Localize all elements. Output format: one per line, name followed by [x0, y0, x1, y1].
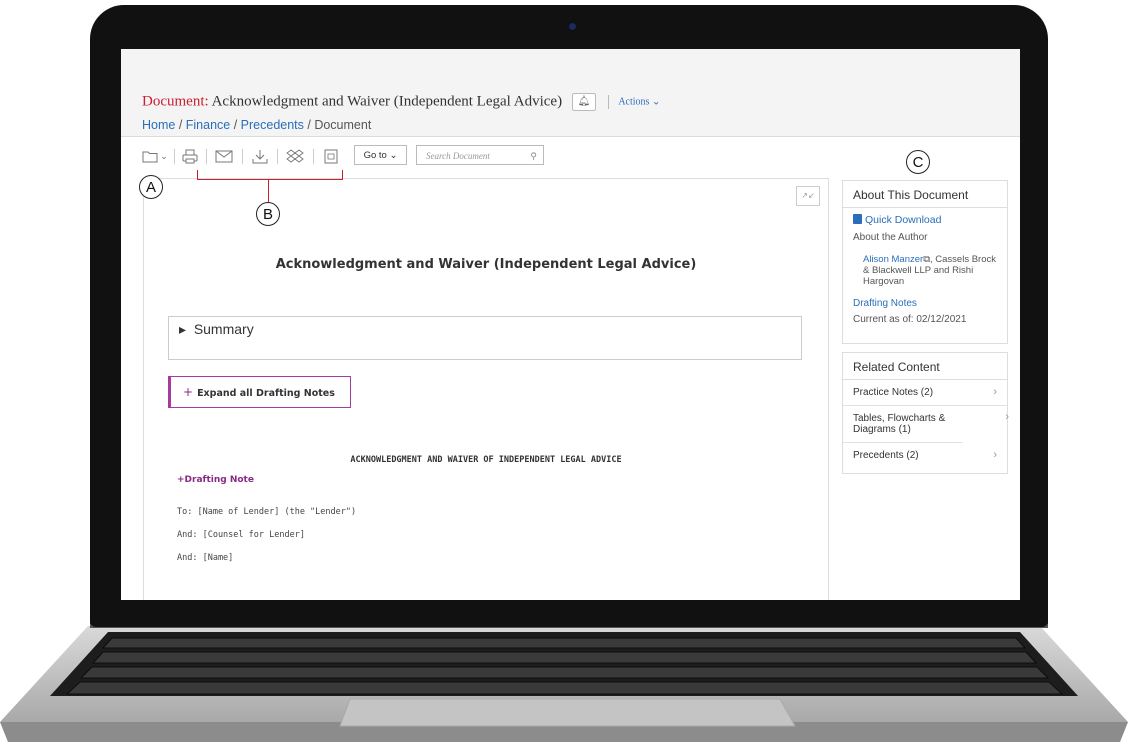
- title-prefix: Document:: [142, 93, 209, 110]
- drafting-notes-link[interactable]: Drafting Notes: [853, 287, 997, 309]
- callout-b-bracket: [197, 170, 343, 180]
- document-line: And: [Counsel for Lender]: [177, 530, 305, 540]
- current-as-of: Current as of: 02/12/2021: [853, 314, 967, 325]
- summary-toggle[interactable]: ▸ Summary: [179, 321, 254, 338]
- chevron-down-icon: ⌄: [389, 150, 398, 161]
- screen: Document: Acknowledgment and Waiver (Ind…: [121, 49, 1020, 600]
- about-title: About This Document: [843, 181, 1007, 208]
- folder-icon[interactable]: [142, 147, 158, 165]
- download-icon[interactable]: [252, 147, 268, 165]
- document-line: To: [Name of Lender] (the "Lender"): [177, 507, 357, 517]
- related-item-tables[interactable]: Tables, Flowcharts & Diagrams (1) ›: [843, 406, 1009, 443]
- breadcrumb-separator: /: [230, 118, 241, 132]
- callout-a: A: [139, 175, 163, 199]
- toolbar-divider: [313, 149, 314, 164]
- toolbar-divider: [206, 149, 207, 164]
- breadcrumb: Home / Finance / Precedents / Document: [142, 118, 371, 132]
- related-item-precedents[interactable]: Precedents (2) ›: [843, 443, 1007, 468]
- breadcrumb-home[interactable]: Home: [142, 118, 175, 132]
- quick-download-link[interactable]: Quick Download: [853, 208, 997, 226]
- chevron-right-icon: ›: [993, 386, 997, 398]
- search-placeholder: Search Document: [426, 151, 490, 161]
- breadcrumb-current: Document: [314, 118, 372, 132]
- document-pane: ↗↙ Acknowledgment and Waiver (Independen…: [143, 178, 829, 600]
- about-document-panel: About This Document Quick Download About…: [842, 180, 1008, 344]
- callout-b: B: [256, 202, 280, 226]
- document-title: Acknowledgment and Waiver (Independent L…: [211, 93, 563, 110]
- expand-label: Expand all Drafting Notes: [197, 388, 335, 399]
- breadcrumb-separator: /: [303, 118, 315, 132]
- callout-b-connector: [268, 179, 269, 202]
- actions-menu[interactable]: Actions ⌄: [618, 97, 660, 108]
- search-icon: ⚲: [530, 151, 537, 161]
- author-link[interactable]: Alison Manzer: [863, 254, 923, 265]
- document-heading: Acknowledgment and Waiver (Independent L…: [275, 257, 697, 272]
- dropbox-icon[interactable]: [286, 147, 304, 165]
- plus-icon: +: [177, 475, 185, 485]
- chevron-right-icon: ›: [993, 449, 997, 461]
- document-icon[interactable]: [323, 147, 339, 165]
- chevron-right-icon: ›: [1005, 411, 1009, 423]
- expand-drafting-notes-button[interactable]: + Expand all Drafting Notes: [168, 376, 351, 408]
- document-toolbar: ⌄ Go to ⌄ Search Document ⚲: [142, 145, 562, 169]
- external-link-icon: ⧉: [923, 254, 930, 265]
- toolbar-divider: [242, 149, 243, 164]
- related-label: Practice Notes (2): [853, 387, 934, 398]
- chevron-down-icon[interactable]: ⌄: [159, 147, 169, 165]
- page-title: Document: Acknowledgment and Waiver (Ind…: [142, 93, 660, 111]
- related-content-panel: Related Content Practice Notes (2) › Tabl…: [842, 352, 1009, 474]
- goto-dropdown[interactable]: Go to ⌄: [354, 145, 407, 165]
- summary-section[interactable]: ▸ Summary: [168, 316, 802, 360]
- goto-label: Go to: [363, 150, 387, 161]
- related-label: Precedents (2): [853, 450, 919, 461]
- actions-label: Actions: [618, 96, 650, 108]
- related-item-practice-notes[interactable]: Practice Notes (2) ›: [843, 380, 1007, 406]
- callout-c: C: [906, 150, 930, 174]
- search-input[interactable]: Search Document ⚲: [416, 145, 544, 165]
- chevron-down-icon: ⌄: [649, 96, 661, 108]
- camera-icon: [569, 23, 576, 30]
- drafting-note-link[interactable]: +Drafting Note: [177, 475, 254, 485]
- related-title: Related Content: [843, 353, 1007, 380]
- breadcrumb-finance[interactable]: Finance: [186, 118, 230, 132]
- summary-label: Summary: [193, 321, 254, 337]
- toolbar-divider: [174, 149, 175, 164]
- breadcrumb-separator: /: [175, 118, 186, 132]
- ack-heading: ACKNOWLEDGMENT AND WAIVER OF INDEPENDENT…: [350, 455, 622, 465]
- related-label: Tables, Flowcharts & Diagrams (1): [853, 413, 946, 435]
- email-icon[interactable]: [215, 147, 233, 165]
- document-line: And: [Name]: [177, 553, 234, 563]
- page-header: Document: Acknowledgment and Waiver (Ind…: [121, 49, 1020, 137]
- breadcrumb-precedents[interactable]: Precedents: [241, 118, 304, 132]
- print-icon[interactable]: [182, 147, 198, 165]
- about-author-label: About the Author: [853, 232, 928, 243]
- bell-icon[interactable]: 🔔︎: [571, 93, 596, 111]
- author-credit: Alison Manzer⧉, Cassels Brock & Blackwel…: [853, 243, 997, 287]
- plus-icon: +: [183, 385, 194, 399]
- toolbar-divider: [277, 149, 278, 164]
- fullscreen-icon[interactable]: ↗↙: [796, 186, 820, 206]
- download-file-icon: [853, 214, 862, 224]
- quick-download-label: Quick Download: [865, 214, 942, 226]
- caret-right-icon: ▸: [179, 321, 187, 337]
- drafting-note-label: Drafting Note: [184, 475, 254, 485]
- divider: [607, 95, 609, 109]
